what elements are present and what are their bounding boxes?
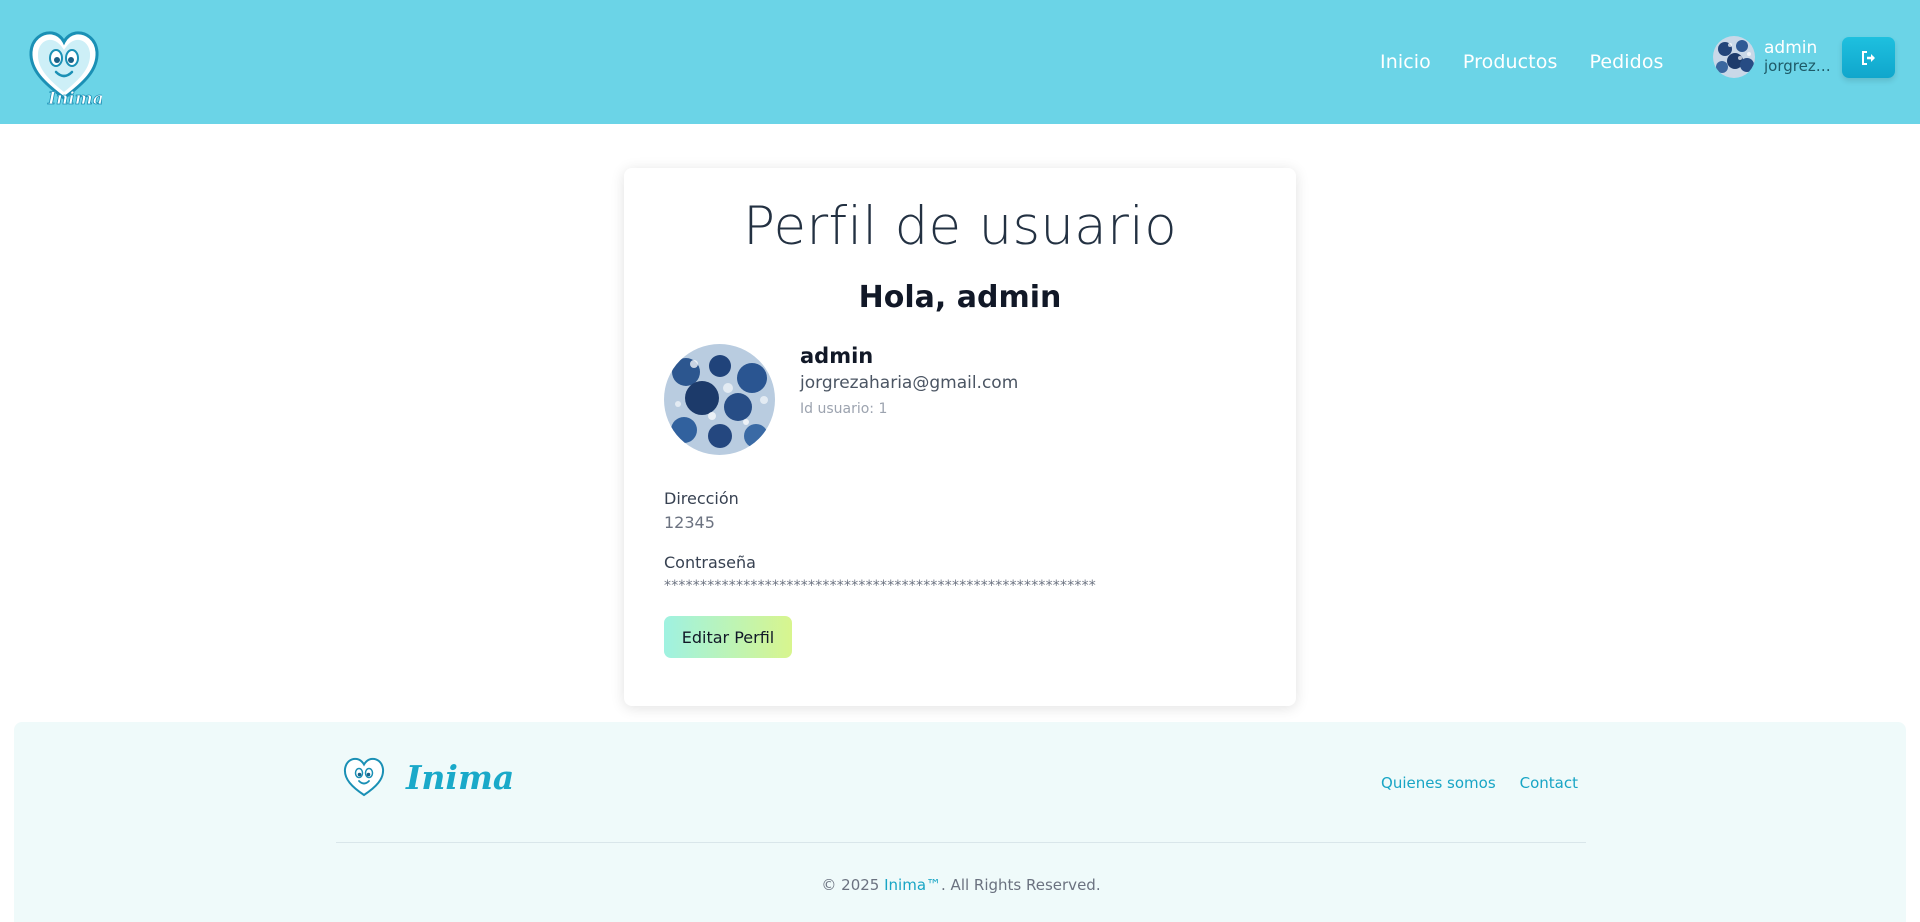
profile-avatar (664, 344, 775, 455)
avatar (1713, 36, 1755, 78)
blueberry-avatar-icon (1713, 36, 1755, 78)
profile-username: admin (800, 344, 874, 368)
nav-inicio[interactable]: Inicio (1380, 51, 1431, 73)
password-label: Contraseña (664, 553, 756, 572)
password-value: ****************************************… (664, 578, 1096, 594)
copyright-prefix: © 2025 (821, 876, 885, 894)
nav-productos[interactable]: Productos (1463, 51, 1558, 73)
footer-link-quienes-somos[interactable]: Quienes somos (1381, 774, 1496, 792)
heart-mascot-icon (343, 757, 385, 797)
copyright-suffix: . All Rights Reserved. (941, 876, 1101, 894)
copyright: © 2025 Inima™. All Rights Reserved. (336, 876, 1586, 894)
user-name: admin (1764, 37, 1818, 58)
footer-logo[interactable]: Inima (342, 756, 514, 798)
sign-out-icon (1861, 50, 1875, 65)
profile-user-id: Id usuario: 1 (800, 401, 888, 417)
inima-logo[interactable]: Inima (26, 28, 104, 109)
main-nav: Inicio Productos Pedidos (1380, 0, 1664, 124)
user-email: jorgreza... (1764, 58, 1834, 76)
user-menu[interactable]: admin jorgreza... (1713, 36, 1834, 78)
footer-link-contact[interactable]: Contact (1520, 774, 1578, 792)
address-value: 12345 (664, 513, 715, 532)
footer-links: Quienes somos Contact (1381, 774, 1578, 792)
top-header: Inima Inicio Productos Pedidos admin jor… (0, 0, 1920, 124)
edit-profile-button[interactable]: Editar Perfil (664, 616, 792, 658)
footer-brand: Inima (406, 757, 515, 797)
footer: Inima Quienes somos Contact © 2025 Inima… (14, 722, 1906, 922)
logout-button[interactable] (1842, 37, 1895, 78)
svg-text:Inima: Inima (47, 89, 102, 108)
nav-pedidos[interactable]: Pedidos (1589, 51, 1663, 73)
profile-email: jorgrezaharia@gmail.com (800, 373, 1019, 393)
blueberry-photo-icon (664, 344, 775, 455)
profile-card: Perfil de usuario Hola, admin admin jorg… (624, 168, 1296, 706)
divider (336, 842, 1586, 843)
address-label: Dirección (664, 489, 739, 508)
heart-mascot-logo-icon: Inima (29, 31, 104, 109)
page-title: Perfil de usuario (743, 196, 1177, 257)
copyright-brand[interactable]: Inima™ (884, 876, 941, 894)
greeting: Hola, admin (858, 280, 1062, 315)
